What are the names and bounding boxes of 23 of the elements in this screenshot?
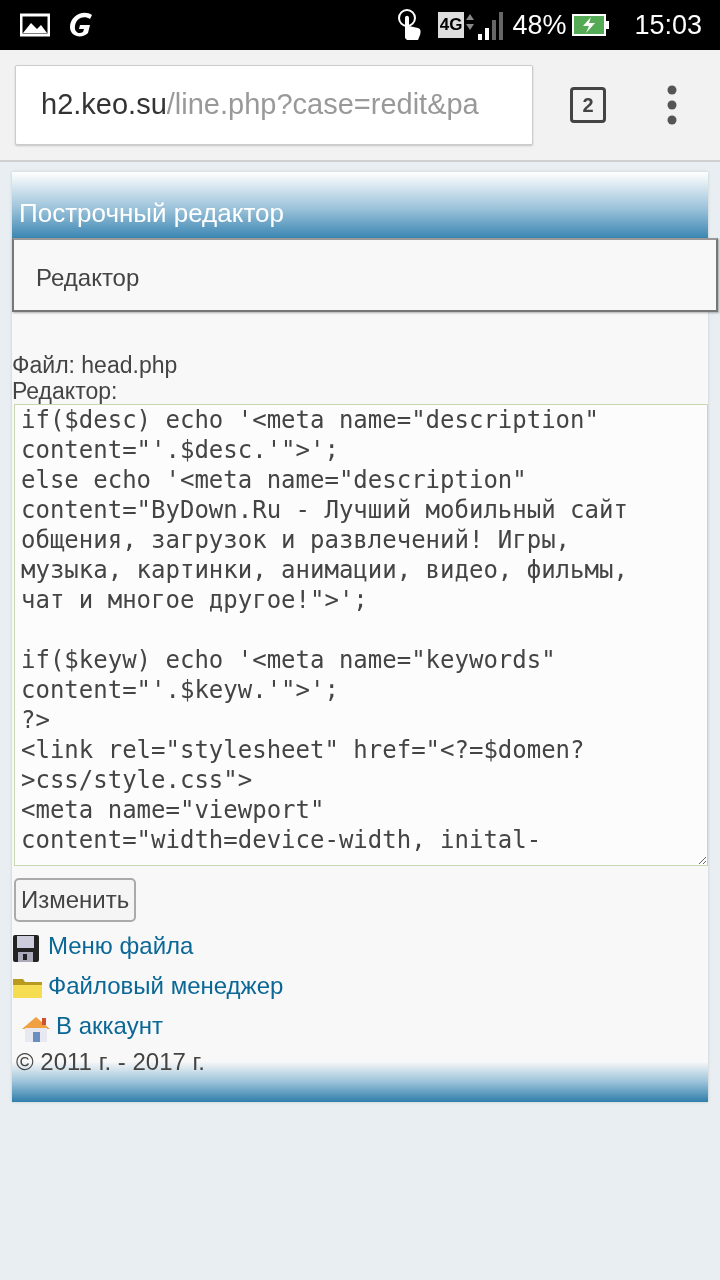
touch-icon	[395, 8, 422, 42]
menu-icon[interactable]	[666, 85, 678, 125]
page-header: Построчный редактор	[12, 172, 708, 238]
network-label: 4G	[437, 12, 465, 38]
signal-icon	[464, 10, 505, 40]
tab-count-button[interactable]: 2	[570, 87, 606, 123]
file-link[interactable]: Файловый менеджер	[48, 968, 284, 1004]
battery-percent: 48%	[512, 8, 567, 42]
file-link[interactable]: Меню файла	[48, 928, 194, 964]
section-title: Редактор	[12, 238, 718, 312]
url-path: /line.php?case=redit&pa	[166, 87, 479, 123]
url-host: h2.keo.su	[41, 87, 167, 123]
house-icon	[20, 1014, 52, 1044]
code-editor[interactable]: if($desc) echo '<meta name="description" content="'.$desc.'">'; else echo '<meta name="description" content="ByDown.Ru - Лучший мобильный сайт общения, загрузок и развлечений! Игры, музыка, картинки, анимации, видео, фильмы, чат и многое другое!">'; if($keyw) echo '<meta name="keywords" content="'.$keyw.'">'; ?> <link rel="stylesheet" href="<?=$domen? >css/style.css"> <meta name="viewport" content="width=device-width, inital-	[14, 404, 708, 866]
address-field[interactable]: h2.keo.su/line.php?case=redit&pa	[15, 65, 533, 145]
file-link[interactable]: В аккаунт	[56, 1008, 163, 1044]
copyright-footer: © 2011 г. - 2017 г.	[12, 1044, 708, 1102]
picture-icon	[20, 13, 50, 37]
submit-button[interactable]: Изменить	[14, 878, 137, 922]
status-time: 15:03	[634, 8, 702, 42]
editor-label: Редактор:	[12, 378, 119, 404]
battery-charging-icon	[572, 14, 611, 36]
file-label: Файл: head.php	[12, 352, 179, 378]
